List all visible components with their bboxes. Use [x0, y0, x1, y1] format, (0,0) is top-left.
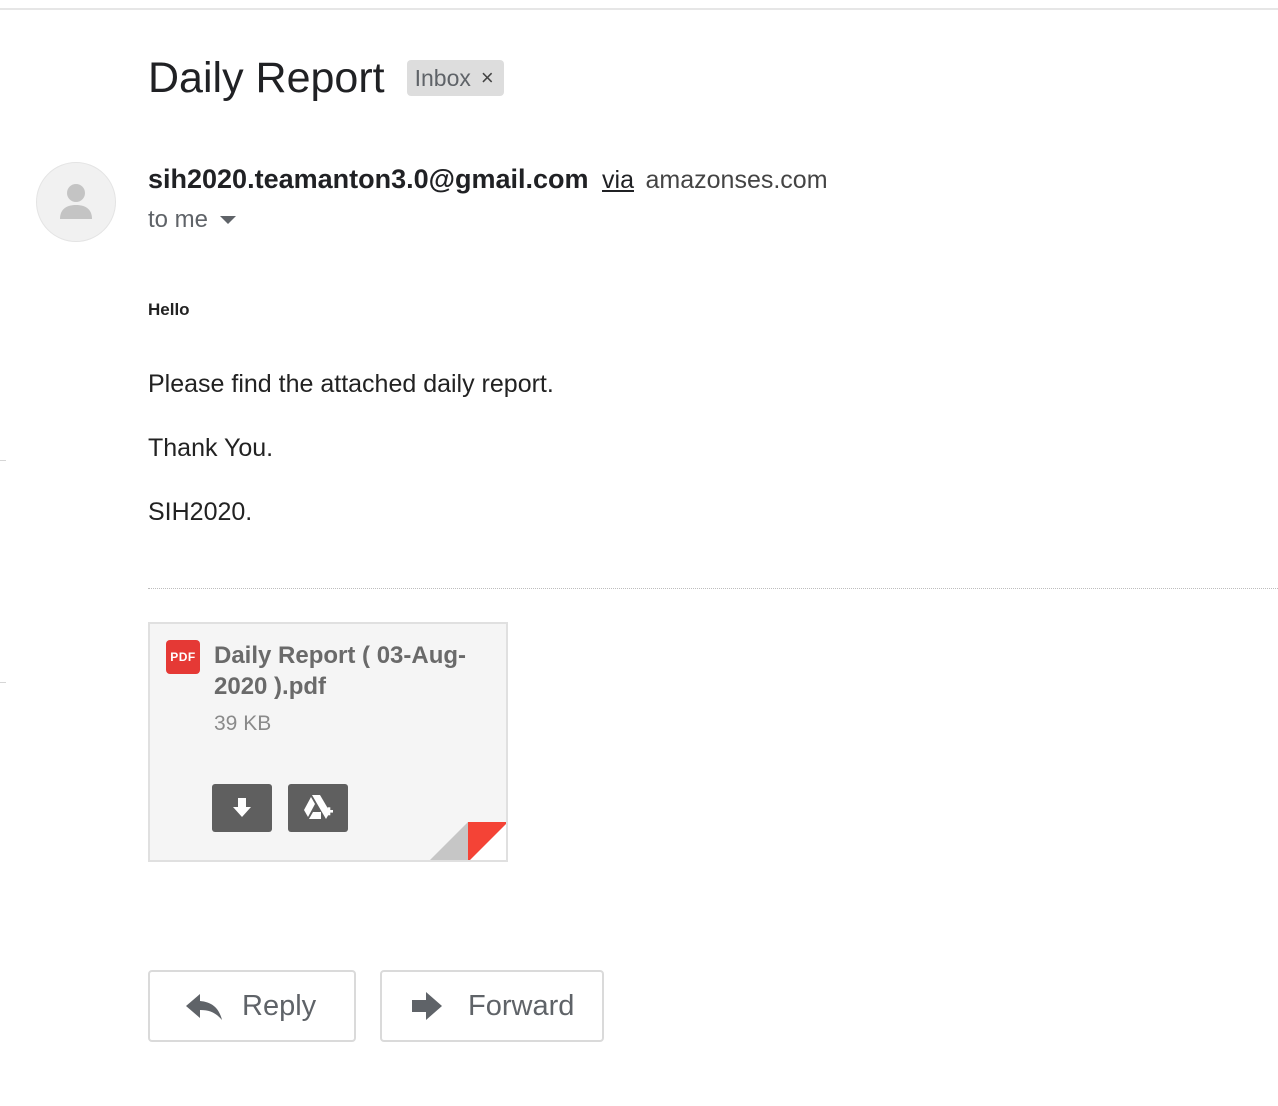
attachment-size: 39 KB	[214, 712, 272, 735]
left-edge-tick	[0, 460, 6, 461]
sender-line: sih2020.teamanton3.0@gmail.com via amazo…	[148, 164, 828, 195]
reply-arrow-icon	[186, 994, 222, 1020]
sender-email[interactable]: sih2020.teamanton3.0@gmail.com	[148, 164, 589, 194]
forward-label: Forward	[468, 989, 575, 1022]
via-domain: amazonses.com	[645, 166, 828, 194]
attachment-card[interactable]: PDF Daily Report ( 03-Aug-2020 ).pdf 39 …	[148, 622, 508, 862]
remove-label-icon[interactable]: ×	[481, 67, 494, 89]
chevron-down-icon[interactable]	[220, 216, 237, 224]
add-to-drive-icon	[304, 795, 333, 819]
attachment-filename[interactable]: Daily Report ( 03-Aug-2020 ).pdf	[214, 640, 484, 702]
top-divider	[0, 8, 1278, 10]
sender-avatar[interactable]	[36, 162, 116, 242]
recipient-details-toggle[interactable]: to me	[148, 206, 237, 234]
email-view: Daily Report Inbox × sih2020.teamanton3.…	[0, 0, 1278, 1106]
recipient-text: to me	[148, 206, 209, 233]
reply-label: Reply	[242, 989, 317, 1022]
body-greeting: Hello	[148, 300, 190, 319]
left-edge-tick	[0, 682, 6, 683]
attachment-divider	[148, 588, 1278, 589]
inbox-label-chip[interactable]: Inbox ×	[406, 60, 504, 96]
download-icon	[233, 798, 251, 817]
body-line-2: Thank You.	[148, 434, 274, 462]
reply-button[interactable]: Reply	[148, 970, 356, 1042]
person-icon	[60, 184, 92, 219]
pdf-file-icon: PDF	[166, 640, 200, 674]
email-subject: Daily Report	[148, 53, 385, 102]
body-line-1: Please find the attached daily report.	[148, 370, 554, 398]
forward-button[interactable]: Forward	[380, 970, 604, 1042]
via-link[interactable]: via	[602, 166, 634, 194]
download-button[interactable]	[212, 784, 272, 832]
add-to-drive-button[interactable]	[288, 784, 348, 832]
subject-row: Daily Report Inbox ×	[148, 50, 504, 106]
label-chip-text: Inbox	[414, 64, 471, 91]
body-line-3: SIH2020.	[148, 498, 253, 526]
page-fold-corner	[430, 822, 506, 860]
forward-arrow-icon	[412, 992, 442, 1020]
